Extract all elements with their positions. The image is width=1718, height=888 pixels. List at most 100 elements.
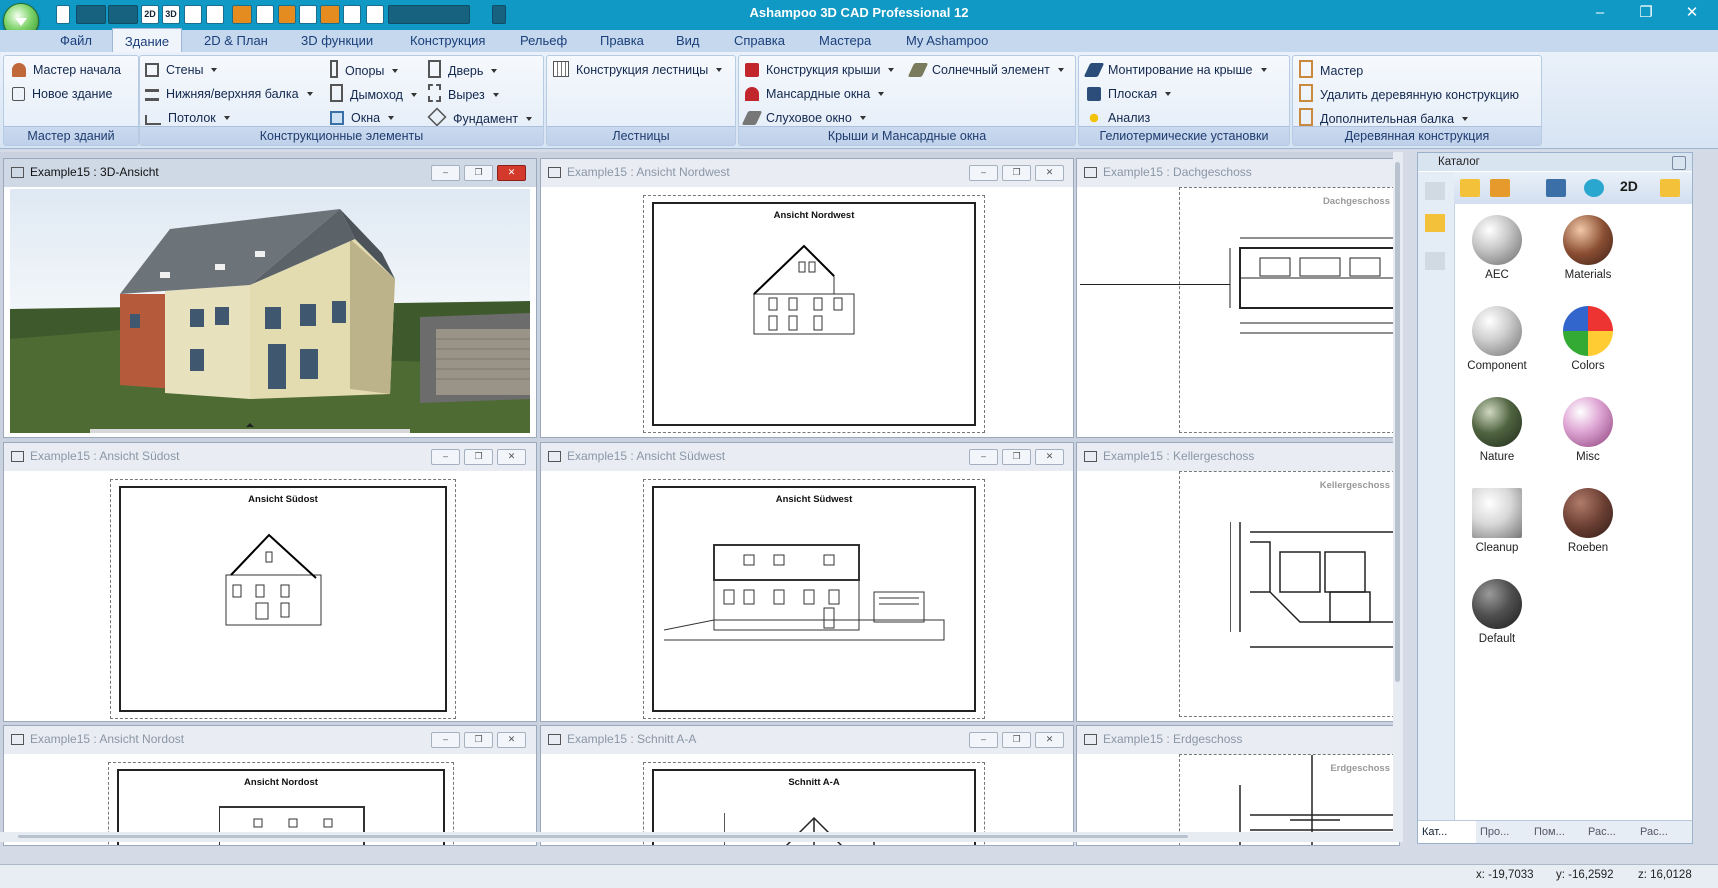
analysis-button[interactable]: Анализ: [1087, 108, 1150, 128]
doc-window-nordost[interactable]: Example15 : Ansicht Nordost – ❐ ✕ Ansich…: [3, 725, 537, 846]
new-building-button[interactable]: Новое здание: [12, 84, 112, 104]
flat-mount-button[interactable]: Плоская: [1087, 84, 1172, 104]
tab-view[interactable]: Вид: [676, 30, 700, 52]
scrollbar-thumb[interactable]: [18, 835, 1188, 838]
tab-terrain[interactable]: Рельеф: [520, 30, 567, 52]
grid-snap-icon[interactable]: [232, 5, 252, 24]
chevron-down-icon[interactable]: [859, 116, 866, 120]
doc-window-header[interactable]: Example15 : Dachgeschoss: [1077, 159, 1399, 187]
folder-icon[interactable]: [1425, 214, 1445, 232]
catalog-item-materials[interactable]: Materials: [1555, 215, 1621, 281]
chevron-down-icon[interactable]: [526, 117, 533, 121]
scrollbar-thumb[interactable]: [1395, 162, 1400, 682]
catalog-material-icon[interactable]: [1584, 179, 1604, 197]
close-icon[interactable]: ✕: [1035, 165, 1064, 181]
roof-construction-button[interactable]: Конструкция крыши: [745, 60, 895, 80]
vertical-scrollbar[interactable]: [1393, 152, 1403, 842]
cursor-snap-icon[interactable]: [278, 5, 296, 24]
catalog-object-icon[interactable]: [1490, 179, 1510, 197]
close-icon[interactable]: ✕: [497, 165, 526, 181]
horizontal-scrollbar[interactable]: [0, 832, 1395, 842]
beam-button[interactable]: Нижняя/верхняя балка: [145, 84, 313, 104]
chevron-down-icon[interactable]: [1462, 117, 1469, 121]
tab-building[interactable]: Здание: [112, 28, 182, 54]
tab-2d-plan[interactable]: 2D & План: [204, 30, 268, 52]
doc-window-kellergeschoss[interactable]: Example15 : Kellergeschoss Kellergeschos…: [1076, 442, 1400, 722]
doc-window-suedwest[interactable]: Example15 : Ansicht Südwest – ❐ ✕ Ansich…: [540, 442, 1074, 722]
minimize-icon[interactable]: –: [969, 449, 998, 465]
close-icon[interactable]: ✕: [1035, 449, 1064, 465]
chevron-down-icon[interactable]: [888, 68, 895, 72]
catalog-item-aec[interactable]: AEC: [1464, 215, 1530, 281]
chevron-down-icon[interactable]: [491, 69, 498, 73]
tab-my-ashampoo[interactable]: My Ashampoo: [906, 30, 988, 52]
stair-construction-button[interactable]: Конструкция лестницы: [553, 60, 723, 80]
minimize-icon[interactable]: –: [1578, 0, 1622, 26]
catalog-item-default[interactable]: Default: [1464, 579, 1530, 645]
new-file-icon[interactable]: [56, 5, 70, 24]
close-icon[interactable]: ✕: [1670, 0, 1714, 26]
restore-icon[interactable]: ❐: [464, 732, 493, 748]
close-icon[interactable]: ✕: [1035, 732, 1064, 748]
close-icon[interactable]: ✕: [497, 449, 526, 465]
doc-window-suedost[interactable]: Example15 : Ansicht Südost – ❐ ✕ Ansicht…: [3, 442, 537, 722]
doc-window-3d-view[interactable]: Example15 : 3D-Ansicht – ❐ ✕: [3, 158, 537, 438]
chevron-down-icon[interactable]: [492, 93, 499, 97]
tab-file[interactable]: Файл: [60, 30, 92, 52]
restore-icon[interactable]: ❐: [1002, 165, 1031, 181]
doc-window-header[interactable]: Example15 : Ansicht Südost – ❐ ✕: [4, 443, 536, 471]
dormer-windows-button[interactable]: Мансардные окна: [745, 84, 885, 104]
foundation-button[interactable]: Фундамент: [427, 107, 533, 128]
doc-window-header[interactable]: Example15 : Schnitt A-A – ❐ ✕: [541, 726, 1073, 754]
minimize-icon[interactable]: –: [431, 449, 460, 465]
catalog-2d-button[interactable]: 2D: [1620, 178, 1638, 194]
door-button[interactable]: Дверь: [428, 60, 498, 80]
tab-help[interactable]: Справка: [734, 30, 785, 52]
minimize-icon[interactable]: –: [969, 732, 998, 748]
doc-window-header[interactable]: Example15 : Kellergeschoss: [1077, 443, 1399, 471]
cutout-button[interactable]: Вырез: [428, 84, 499, 104]
chevron-down-icon[interactable]: [716, 68, 723, 72]
doc-window-schnitt[interactable]: Example15 : Schnitt A-A – ❐ ✕ Schnitt A-…: [540, 725, 1074, 846]
minimize-icon[interactable]: –: [431, 165, 460, 181]
plan-view-icon[interactable]: [184, 5, 202, 24]
close-icon[interactable]: ✕: [497, 732, 526, 748]
minimize-icon[interactable]: –: [969, 165, 998, 181]
tab-wizards[interactable]: Мастера: [819, 30, 871, 52]
timber-wizard-button[interactable]: Мастер: [1299, 60, 1363, 80]
solar-element-button[interactable]: Солнечный элемент: [907, 60, 1064, 80]
tab-3d-functions[interactable]: 3D функции: [301, 30, 373, 52]
view-3d-button[interactable]: 3D: [162, 5, 180, 24]
catalog-item-misc[interactable]: Misc: [1555, 397, 1621, 463]
chevron-down-icon[interactable]: [306, 92, 313, 96]
catalog-item-component[interactable]: Component: [1464, 306, 1530, 372]
ortho-icon[interactable]: [299, 5, 317, 24]
roof-mounting-button[interactable]: Монтирование на крыше: [1083, 60, 1267, 80]
tab-edit[interactable]: Правка: [600, 30, 644, 52]
bottom-tab-calc2[interactable]: Рас...: [1636, 820, 1692, 843]
chevron-down-icon[interactable]: [410, 93, 417, 97]
tab-construction[interactable]: Конструкция: [410, 30, 485, 52]
catalog-item-nature[interactable]: Nature: [1464, 397, 1530, 463]
chevron-down-icon[interactable]: [878, 92, 885, 96]
pin-icon[interactable]: [1672, 156, 1686, 170]
magnet-icon[interactable]: [256, 5, 274, 24]
doc-window-dachgeschoss[interactable]: Example15 : Dachgeschoss Dachgeschoss: [1076, 158, 1400, 438]
chimney-button[interactable]: Дымоход: [330, 84, 417, 104]
layout-view-icon[interactable]: [206, 5, 224, 24]
extra-tools-icon[interactable]: [388, 5, 470, 24]
columns-button[interactable]: Опоры: [330, 60, 399, 80]
delete-timber-button[interactable]: Удалить деревянную конструкцию: [1299, 84, 1519, 104]
chevron-down-icon[interactable]: [388, 116, 395, 120]
angle-snap-icon[interactable]: [320, 5, 340, 24]
catalog-folder-icon[interactable]: [1660, 179, 1680, 197]
select-arrow-icon[interactable]: [343, 5, 361, 24]
bottom-tab-calc1[interactable]: Рас...: [1584, 820, 1638, 843]
minimize-icon[interactable]: –: [431, 732, 460, 748]
maximize-icon[interactable]: ❐: [1624, 0, 1668, 26]
doc-window-nordwest[interactable]: Example15 : Ansicht Nordwest – ❐ ✕ Ansic…: [540, 158, 1074, 438]
bottom-tab-catalog[interactable]: Кат...: [1418, 820, 1476, 843]
undo-icon[interactable]: [76, 5, 106, 24]
chevron-down-icon[interactable]: [392, 69, 399, 73]
chevron-down-icon[interactable]: [1260, 68, 1267, 72]
